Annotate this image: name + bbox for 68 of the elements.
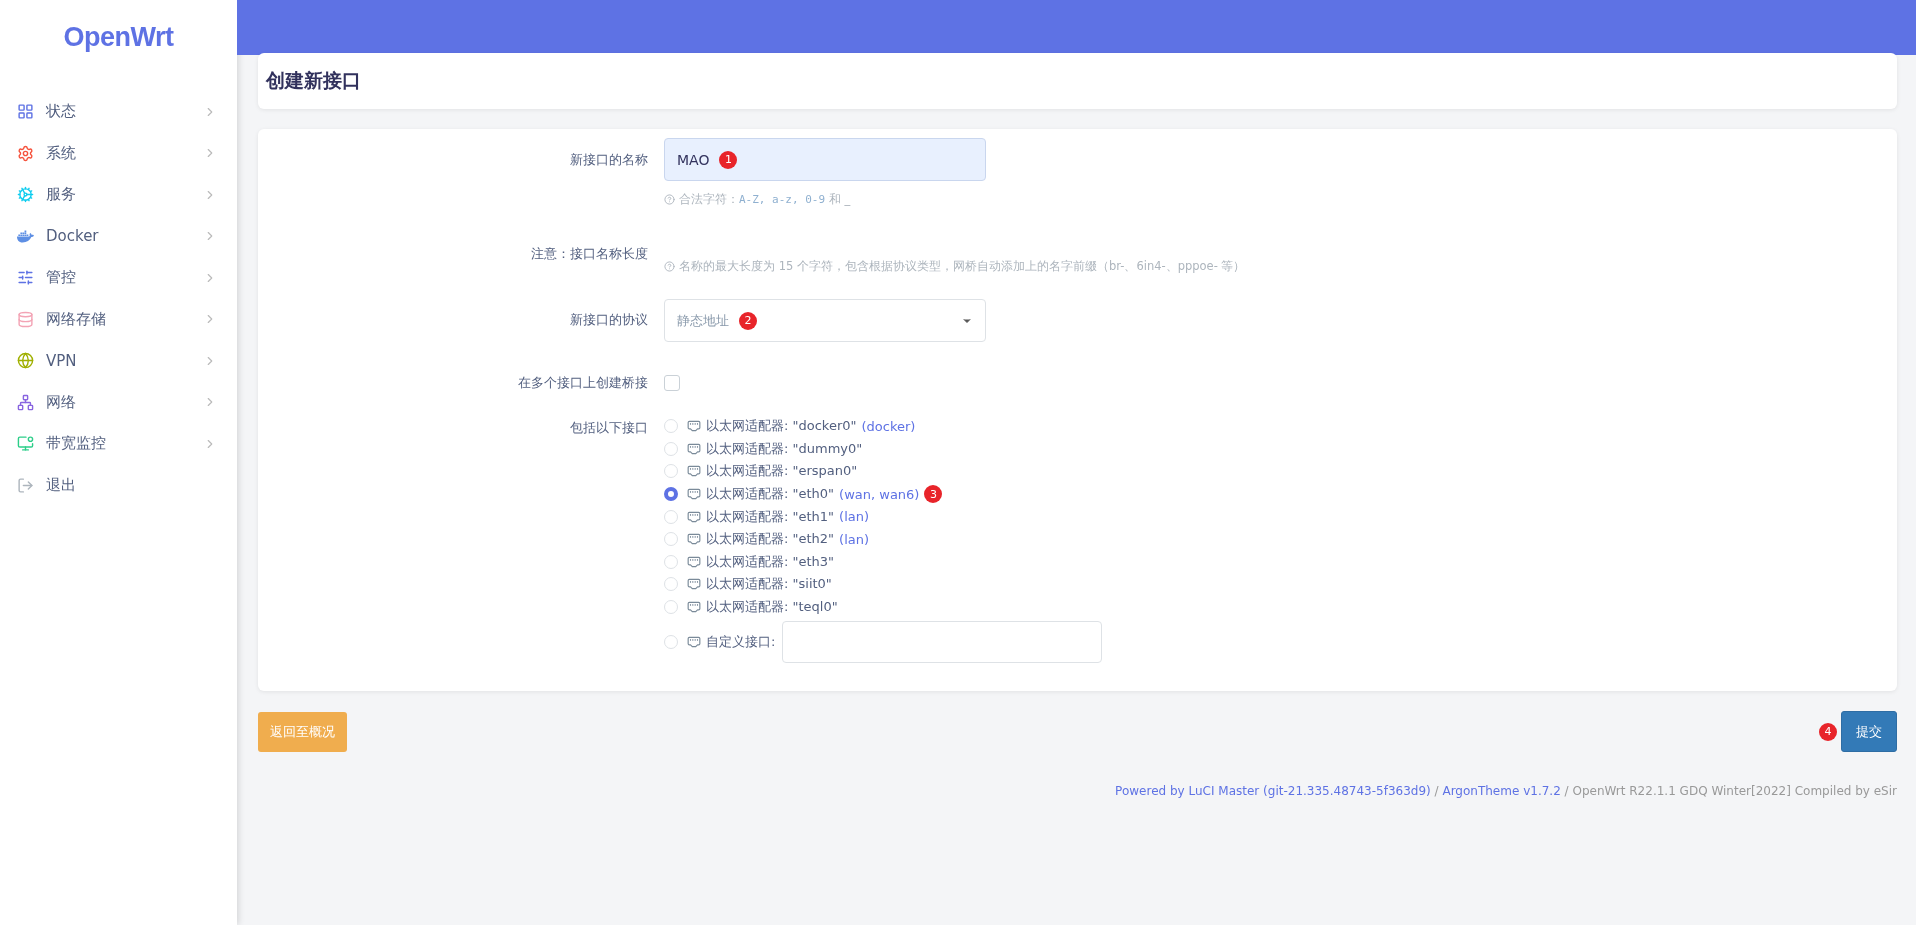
sidebar-item[interactable]: 退出 <box>0 464 237 506</box>
annotation-badge: 2 <box>739 311 757 330</box>
bridge-checkbox[interactable] <box>664 375 680 391</box>
interface-label: 以太网适配器: "siit0" <box>706 575 832 594</box>
logout-icon <box>17 476 34 494</box>
network-adapter-icon <box>687 464 701 479</box>
status-icon <box>17 103 34 121</box>
field-label: 注意：接口名称长度 <box>530 245 648 263</box>
control-icon <box>17 269 34 287</box>
interface-label: 以太网适配器: "eth0" <box>706 485 835 504</box>
network-adapter-icon <box>687 441 701 456</box>
footer-text: / OpenWrt R22.1.1 GDQ Winter[2022] Compiled by eSir <box>1563 784 1897 799</box>
help-icon <box>664 261 675 272</box>
protocol-select[interactable]: 静态地址 2 <box>664 299 986 342</box>
interface-label: 以太网适配器: "eth2" <box>706 530 835 549</box>
help-icon <box>664 194 675 205</box>
field-label: 在多个接口上创建桥接 <box>517 374 648 392</box>
network-adapter-icon <box>687 487 701 502</box>
custom-interface-input[interactable] <box>782 621 1103 664</box>
bandwidth-icon <box>17 435 34 453</box>
vpn-icon <box>17 352 34 370</box>
sidebar-item[interactable]: Docker <box>0 215 237 257</box>
sidebar-item[interactable]: 网络 <box>0 381 237 423</box>
sidebar-item[interactable]: 服务 <box>0 174 237 216</box>
interface-radio[interactable] <box>664 487 678 502</box>
interface-label: 以太网适配器: "docker0" <box>706 417 857 436</box>
annotation-badge: 3 <box>924 485 943 504</box>
footer-link[interactable]: Powered by LuCI Master (git-21.335.48743-5f363d9) <box>1115 784 1431 799</box>
services-icon <box>17 186 34 204</box>
annotation-badge: 4 <box>1819 722 1837 741</box>
interface-label: 以太网适配器: "eth3" <box>706 552 835 571</box>
interface-label: 以太网适配器: "erspan0" <box>706 462 858 481</box>
network-icon <box>17 393 34 411</box>
network-zone-link[interactable]: (lan) <box>839 531 870 547</box>
footer-link[interactable]: ArgonTheme v1.7.2 <box>1442 784 1561 799</box>
network-adapter-icon <box>687 419 701 434</box>
interface-label: 以太网适配器: "teql0" <box>706 598 838 617</box>
field-label: 包括以下接口 <box>569 419 648 437</box>
sidebar-item[interactable]: 带宽监控 <box>0 423 237 465</box>
footer-separator: / <box>1433 784 1440 799</box>
system-icon <box>17 144 34 162</box>
field-label: 新接口的协议 <box>569 311 648 329</box>
hint-text: 名称的最大长度为 15 个字符，包含根据协议类型，网桥自动添加上的名字前缀（br-、6in4-、pppoe- 等） <box>679 259 1246 274</box>
network-zone-link[interactable]: (docker) <box>861 418 916 434</box>
network-adapter-icon <box>687 554 701 569</box>
hint-text: 合法字符：A-Z, a-z, 0-9 和 _ <box>679 192 851 207</box>
sidebar-item[interactable]: VPN <box>0 340 237 382</box>
interface-label: 自定义接口: <box>706 633 776 652</box>
sidebar-item[interactable]: 网络存储 <box>0 298 237 340</box>
openwrt-logo: OpenWrt <box>62 21 175 54</box>
network-adapter-icon <box>687 577 701 592</box>
name-input[interactable]: MAO 1 <box>664 138 986 181</box>
network-zone-link[interactable]: (wan, wan6) <box>839 486 920 502</box>
annotation-badge: 1 <box>719 150 738 169</box>
network-adapter-icon <box>687 635 701 650</box>
storage-icon <box>17 310 34 328</box>
network-adapter-icon <box>687 532 701 547</box>
field-label: 新接口的名称 <box>569 151 648 169</box>
sidebar-item[interactable]: 管控 <box>0 257 237 299</box>
network-adapter-icon <box>687 509 701 524</box>
network-zone-link[interactable]: (lan) <box>839 509 870 525</box>
interface-label: 以太网适配器: "dummy0" <box>706 439 863 458</box>
interface-label: 以太网适配器: "eth1" <box>706 507 835 526</box>
page-title: 创建新接口 <box>266 68 361 93</box>
network-adapter-icon <box>687 600 701 615</box>
sidebar-item[interactable]: 状态 <box>0 91 237 133</box>
submit-button[interactable]: 提交 <box>1841 711 1897 753</box>
sidebar-item[interactable]: 系统 <box>0 132 237 174</box>
